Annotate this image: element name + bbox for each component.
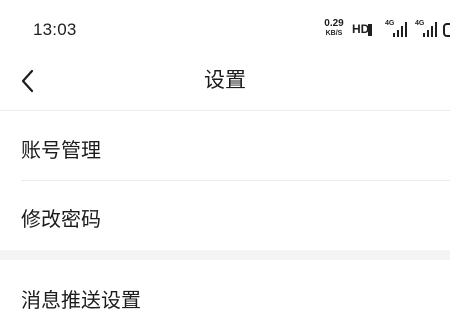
settings-item-label: 消息推送设置: [21, 288, 141, 312]
hd-indicator-bar: [368, 24, 372, 36]
page-title: 设置: [204, 68, 246, 92]
hd-voice-icon: HD: [352, 22, 370, 36]
settings-item-account-management[interactable]: 账号管理: [0, 111, 450, 180]
section-gap: [0, 250, 450, 260]
settings-item-label: 修改密码: [21, 207, 101, 231]
network-speed-value: 0.29: [324, 18, 344, 29]
signal-bars-icon: [423, 22, 437, 37]
settings-item-change-password[interactable]: 修改密码: [0, 181, 450, 250]
network-speed-unit: KB/S: [325, 30, 343, 37]
status-bar: 13:03 0.29 KB/S HD 4G 4G: [0, 0, 450, 58]
signal-strength-icon-sim1: 4G: [385, 20, 407, 38]
battery-icon: [443, 23, 450, 37]
signal-bars-icon: [393, 22, 407, 37]
network-speed-indicator: 0.29 KB/S: [322, 18, 346, 38]
signal-strength-icon-sim2: 4G: [415, 20, 437, 38]
status-time: 13:03: [33, 20, 77, 39]
settings-item-push-notifications[interactable]: 消息推送设置: [0, 260, 450, 320]
settings-item-label: 账号管理: [21, 138, 101, 162]
page-header: 设置: [0, 58, 450, 110]
